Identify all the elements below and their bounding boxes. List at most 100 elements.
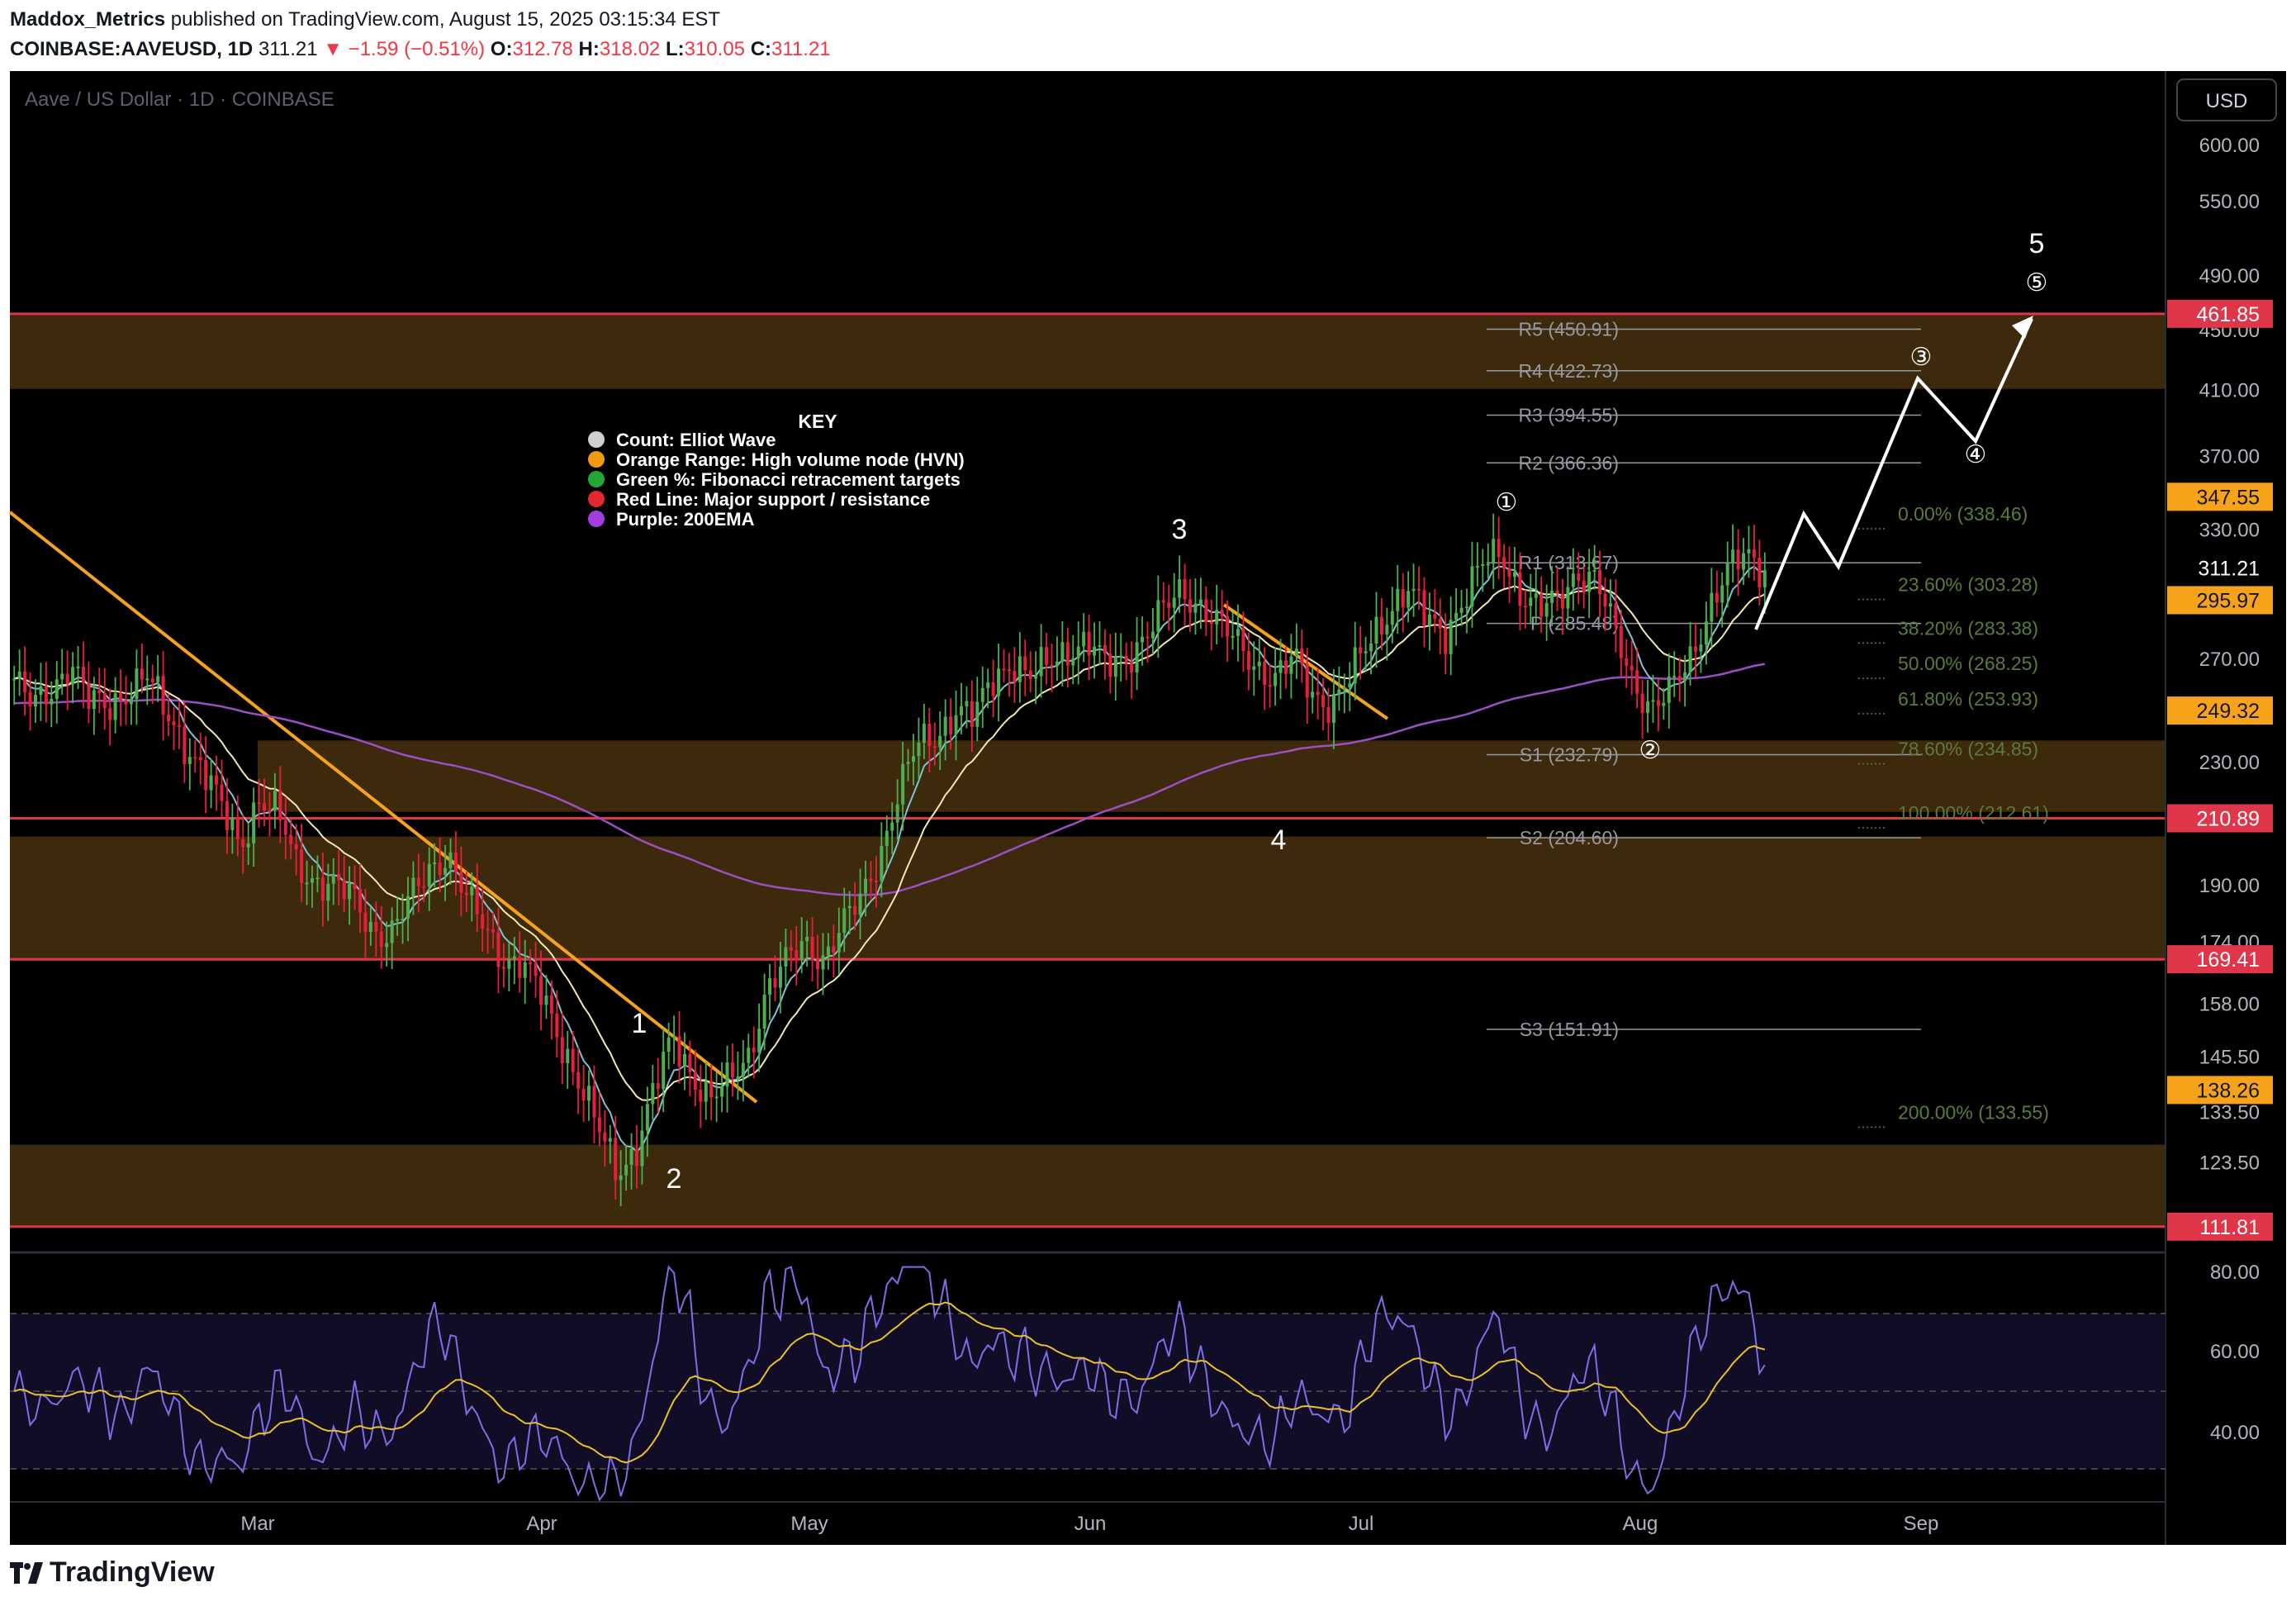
candle-body — [1065, 642, 1070, 666]
candle-body — [752, 1048, 756, 1052]
candle-body — [699, 1089, 703, 1102]
candle-body — [1427, 614, 1431, 625]
candle-body — [1141, 636, 1145, 643]
candle-body — [198, 757, 202, 761]
candle-body — [1752, 549, 1756, 558]
candle-body — [566, 1048, 570, 1063]
price-badge-label: 311.21 — [2198, 557, 2260, 580]
candle-body — [1699, 644, 1703, 652]
candle-body — [220, 784, 224, 801]
candle-body — [268, 810, 272, 812]
candle-body — [704, 1081, 708, 1102]
candle-body — [1417, 588, 1421, 591]
candle-body — [92, 690, 96, 710]
candle-body — [1283, 660, 1288, 674]
candle-body — [911, 756, 915, 763]
chart-canvas[interactable]: R5 (450.91) R4 (422.73) R3 (394.55) R2 (366… — [0, 0, 2296, 1606]
candle-body — [1587, 571, 1592, 592]
candle-body — [1364, 651, 1368, 653]
key-item: Purple: 200EMA — [616, 509, 755, 530]
candle-body — [1150, 631, 1155, 639]
candle-body — [1582, 580, 1586, 592]
candle-body — [970, 701, 974, 727]
candle-body — [832, 946, 836, 953]
candle-body — [177, 725, 181, 727]
candle-body — [1646, 701, 1650, 713]
candle-body — [401, 919, 405, 921]
candle-body — [667, 1037, 671, 1052]
candle-body — [17, 671, 21, 679]
candle-body — [1449, 620, 1453, 654]
candle-body — [1438, 618, 1442, 629]
candle-body — [1124, 655, 1128, 663]
candle-body — [1694, 646, 1698, 652]
candle-body — [656, 1083, 660, 1090]
candle-body — [1055, 661, 1059, 667]
candle-body — [672, 1036, 676, 1038]
candle-body — [1337, 689, 1341, 695]
candle-body — [949, 716, 953, 734]
pivot-label: S3 (151.91) — [1520, 1019, 1619, 1040]
rsi-tick: 40.00 — [2210, 1422, 2260, 1444]
candle-body — [1481, 563, 1485, 567]
candle-body — [1747, 549, 1751, 554]
candle-body — [230, 817, 235, 830]
candle-body — [592, 1086, 596, 1118]
candle-body — [1492, 539, 1496, 564]
fib-label: 100.00% (212.61) — [1898, 802, 2049, 824]
pivot-label: R5 (450.91) — [1519, 319, 1619, 340]
candle-body — [1704, 621, 1708, 645]
candle-body — [1311, 691, 1315, 698]
candle-body — [975, 701, 980, 727]
candle-body — [730, 1062, 734, 1078]
candle-body — [1736, 549, 1740, 570]
candle-body — [331, 873, 335, 884]
price-badge-label: 169.41 — [2197, 948, 2260, 972]
brand-footer[interactable]: TradingView — [10, 1556, 215, 1589]
candle-body — [1076, 646, 1080, 658]
candle-body — [422, 886, 426, 888]
candle-body — [757, 1029, 761, 1052]
candle-body — [789, 947, 793, 951]
rsi-tick: 80.00 — [2210, 1262, 2260, 1284]
candle-body — [135, 668, 139, 700]
candle-body — [938, 735, 942, 748]
candle-body — [252, 802, 256, 843]
candle-body — [917, 743, 921, 757]
candle-body — [853, 905, 857, 915]
candle-body — [1289, 656, 1293, 674]
candle-body — [980, 687, 984, 702]
candle-body — [1246, 650, 1250, 670]
candle-body — [869, 878, 873, 881]
candle-body — [624, 1164, 629, 1176]
candle-body — [187, 757, 192, 764]
candle-body — [1603, 594, 1607, 607]
price-tick: 190.00 — [2199, 875, 2260, 897]
candle-body — [1374, 616, 1378, 644]
candle-body — [741, 1062, 745, 1077]
wave-label-sub: ② — [1639, 736, 1662, 765]
candle-body — [459, 872, 463, 893]
candle-body — [1198, 599, 1203, 604]
pivot-label: R4 (422.73) — [1519, 360, 1619, 382]
wave-label-sub: ⑤ — [2026, 268, 2048, 297]
candle-body — [603, 1132, 607, 1142]
candle-body — [880, 845, 884, 881]
candle-body — [283, 820, 287, 835]
candle-body — [241, 839, 245, 848]
candle-body — [65, 673, 69, 685]
candle-body — [1608, 603, 1612, 607]
hvn-zone — [258, 740, 2166, 812]
candle-body — [1045, 647, 1049, 665]
candle-body — [587, 1086, 591, 1101]
candle-body — [1119, 655, 1123, 658]
candle-body — [799, 941, 804, 960]
candle-body — [943, 716, 947, 736]
candle-body — [1592, 569, 1596, 572]
rsi-tick: 60.00 — [2210, 1341, 2260, 1363]
candle-body — [784, 947, 788, 967]
candle-body — [1539, 593, 1544, 617]
candle-body — [965, 701, 969, 706]
candle-body — [1071, 658, 1075, 666]
candle-body — [1103, 644, 1107, 654]
